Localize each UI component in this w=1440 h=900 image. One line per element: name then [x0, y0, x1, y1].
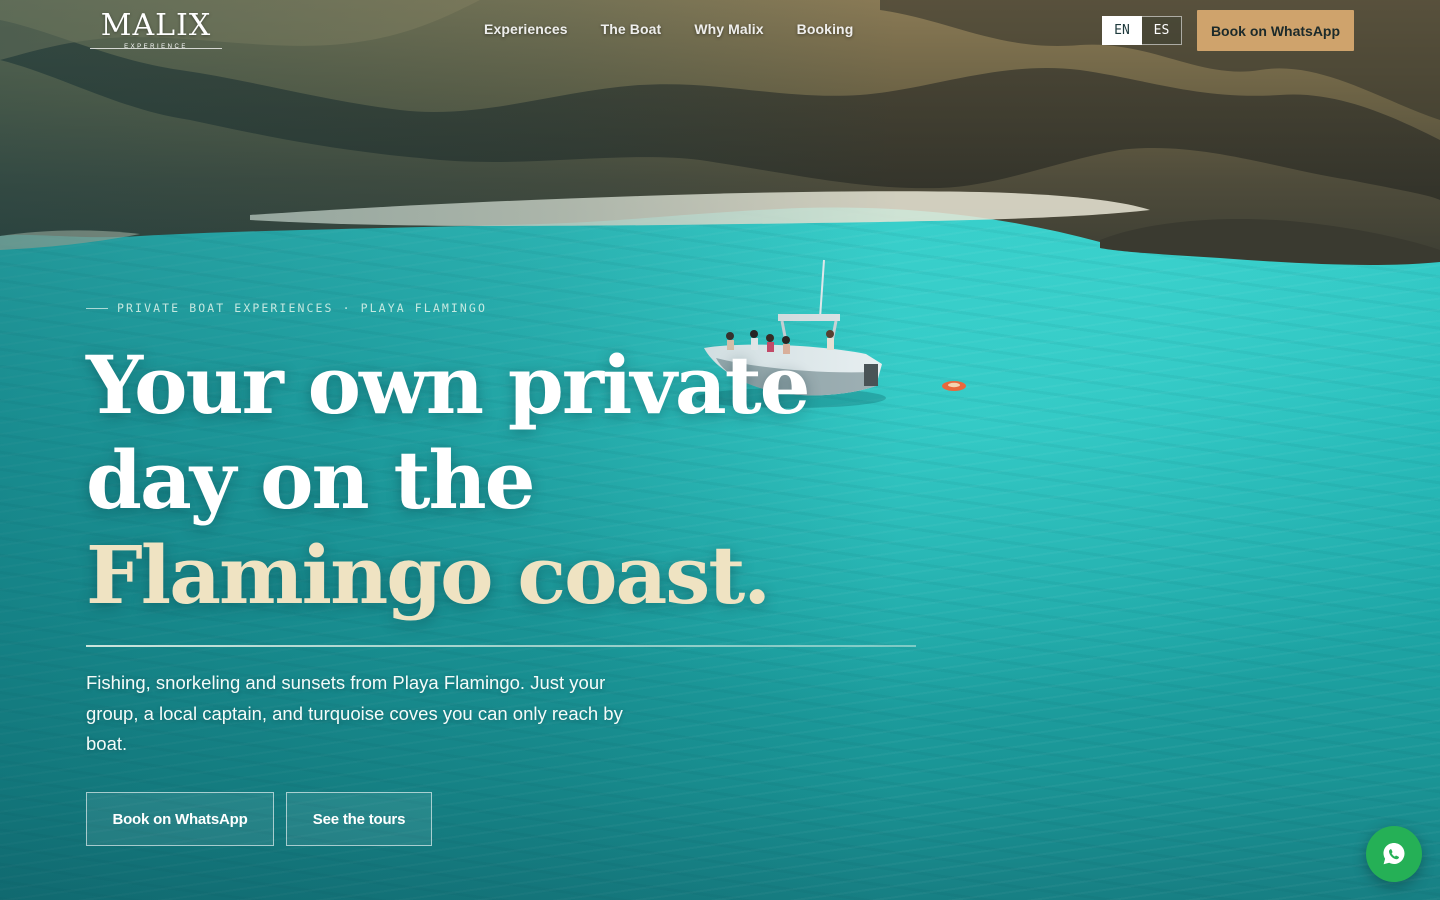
lang-en-button[interactable]: EN	[1102, 16, 1142, 45]
headline-main: Your own private day on the	[86, 338, 811, 527]
main-nav: Experiences The Boat Why Malix Booking	[484, 21, 853, 37]
language-switcher: EN ES	[1102, 16, 1182, 45]
nav-experiences[interactable]: Experiences	[484, 21, 568, 37]
hero-headline: Your own private day on the Flamingo coa…	[86, 338, 946, 623]
header-book-whatsapp-button[interactable]: Book on WhatsApp	[1197, 10, 1354, 51]
nav-the-boat[interactable]: The Boat	[601, 21, 662, 37]
eyebrow-text: PRIVATE BOAT EXPERIENCES · PLAYA FLAMING…	[117, 301, 487, 315]
logo-wordmark: MALIX	[100, 8, 212, 43]
hero-divider	[86, 645, 916, 647]
lang-es-button[interactable]: ES	[1142, 16, 1182, 45]
nav-why-malix[interactable]: Why Malix	[694, 21, 763, 37]
whatsapp-floating-button[interactable]	[1366, 826, 1422, 882]
see-tours-button[interactable]: See the tours	[286, 792, 432, 846]
hero-lede: Fishing, snorkeling and sunsets from Pla…	[86, 672, 623, 754]
hero-eyebrow: PRIVATE BOAT EXPERIENCES · PLAYA FLAMING…	[86, 301, 487, 315]
nav-booking[interactable]: Booking	[797, 21, 854, 37]
logo-tagline-text: EXPERIENCE	[124, 44, 188, 50]
brand-logo[interactable]: MALIX EXPERIENCE	[86, 8, 226, 54]
headline-accent: Flamingo coast.	[86, 528, 771, 622]
eyebrow-line	[86, 307, 108, 309]
logo-tagline: EXPERIENCE	[86, 44, 226, 50]
site-header: MALIX EXPERIENCE Experiences The Boat Wh…	[0, 0, 1440, 62]
hero-book-whatsapp-button[interactable]: Book on WhatsApp	[86, 792, 274, 846]
whatsapp-icon	[1383, 843, 1405, 865]
